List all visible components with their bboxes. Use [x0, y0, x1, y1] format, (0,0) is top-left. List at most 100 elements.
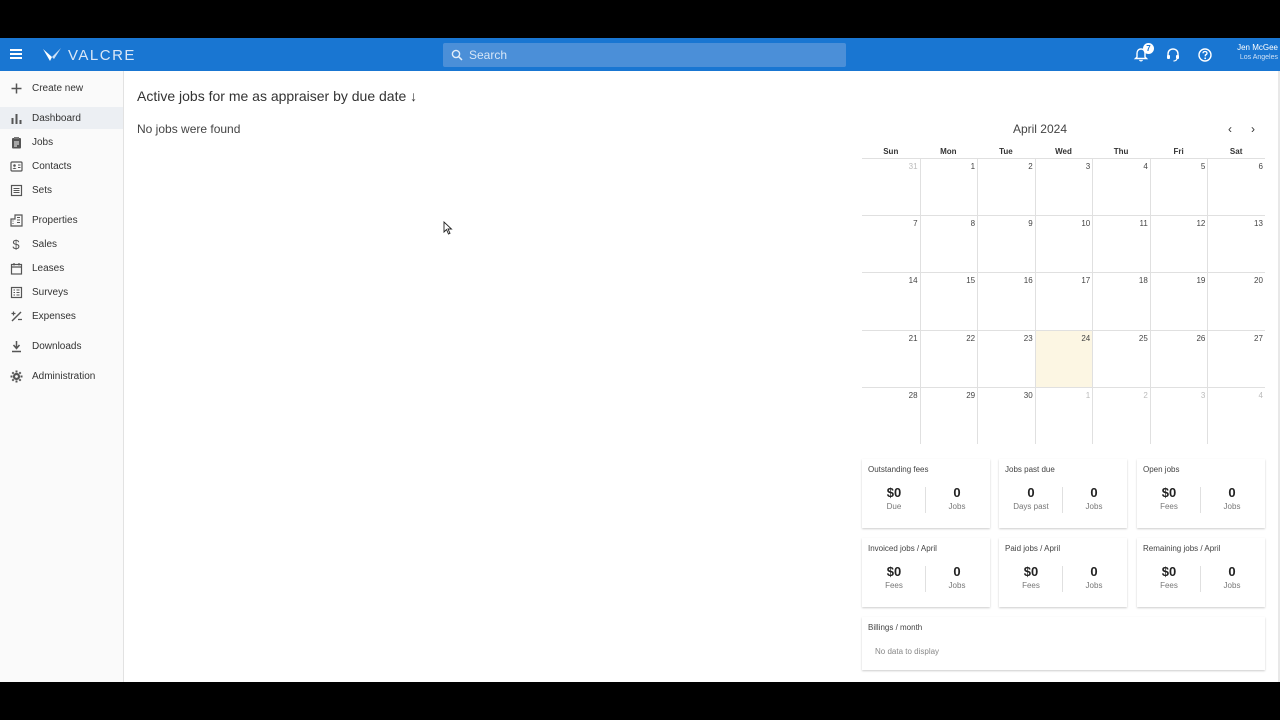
- billings-per-month-card: Billings / month No data to display: [862, 617, 1265, 670]
- building-icon: [9, 213, 23, 227]
- sidebar-item-contacts[interactable]: Contacts: [0, 155, 123, 177]
- calendar-day[interactable]: 20: [1207, 273, 1265, 330]
- calendar-day[interactable]: 4: [1207, 387, 1265, 444]
- gear-icon: [9, 369, 23, 383]
- weekday-label: Thu: [1113, 147, 1129, 156]
- calendar-day-today[interactable]: 24: [1034, 330, 1093, 387]
- stat-value: $0: [886, 564, 902, 579]
- sidebar-item-sets[interactable]: Sets: [0, 179, 123, 201]
- sidebar-item-label: Sales: [32, 238, 58, 250]
- sidebar-item-sales[interactable]: $ Sales: [0, 233, 123, 255]
- calendar-day[interactable]: 28: [862, 388, 920, 444]
- calendar-next-button[interactable]: ›: [1245, 121, 1261, 137]
- sidebar-item-label: Dashboard: [32, 112, 81, 124]
- calendar-day[interactable]: 27: [1207, 330, 1265, 387]
- calendar-day[interactable]: 6: [1207, 159, 1265, 216]
- sidebar-item-properties[interactable]: Properties: [0, 209, 123, 231]
- calendar-day[interactable]: 4: [1092, 159, 1150, 216]
- sidebar-item-label: Contacts: [32, 160, 72, 172]
- sidebar-item-label: Downloads: [32, 340, 82, 352]
- paid-jobs-card[interactable]: Paid jobs / April $0 Fees 0 Jobs: [999, 538, 1127, 607]
- sidebar-item-label: Jobs: [32, 136, 54, 148]
- card-title: Outstanding fees: [868, 465, 929, 474]
- calendar-day[interactable]: 14: [862, 273, 920, 329]
- weekday-label: Sat: [1229, 147, 1243, 156]
- weekday-label: Sun: [883, 147, 899, 156]
- calendar-day[interactable]: 19: [1149, 273, 1208, 330]
- calendar-day[interactable]: 3: [1149, 387, 1208, 444]
- stat-label: Jobs: [1085, 502, 1103, 511]
- calendar-month-title: April 2024: [1012, 122, 1068, 136]
- search-bar[interactable]: [443, 43, 846, 67]
- calendar-day[interactable]: 15: [919, 273, 978, 330]
- outstanding-fees-card[interactable]: Outstanding fees $0 Due 0 Jobs: [862, 459, 990, 528]
- sidebar-item-jobs[interactable]: Jobs: [0, 131, 123, 153]
- sidebar-item-administration[interactable]: Administration: [0, 365, 123, 387]
- menu-icon[interactable]: [6, 44, 26, 64]
- download-icon: [9, 339, 23, 353]
- calendar-day[interactable]: 22: [919, 330, 978, 387]
- open-jobs-card[interactable]: Open jobs $0 Fees 0 Jobs: [1137, 459, 1265, 528]
- calendar-day[interactable]: 5: [1149, 159, 1208, 216]
- calendar-day[interactable]: 8: [919, 216, 978, 273]
- invoiced-jobs-card[interactable]: Invoiced jobs / April $0 Fees 0 Jobs: [862, 538, 990, 607]
- sidebar-item-downloads[interactable]: Downloads: [0, 335, 123, 357]
- card-divider: [925, 566, 926, 592]
- calendar-day[interactable]: 23: [977, 330, 1035, 387]
- calendar-weekday-header: Sun Mon Tue Wed Thu Fri Sat: [862, 147, 1265, 158]
- sidebar-item-create-new[interactable]: Create new: [0, 77, 123, 99]
- plus-icon: [9, 81, 23, 95]
- weekday-label: Fri: [1173, 147, 1184, 156]
- stat-value: 0: [953, 485, 961, 500]
- calendar-day[interactable]: 21: [862, 331, 920, 387]
- app-logo[interactable]: VALCRE: [42, 45, 136, 65]
- calendar-day[interactable]: 10: [1034, 216, 1093, 273]
- support-headset-icon[interactable]: [1164, 46, 1182, 64]
- logo-mark-icon: [43, 48, 61, 61]
- calendar-day[interactable]: 17: [1034, 273, 1093, 330]
- calendar-week: 14 15 16 17 18 19 20: [862, 272, 1265, 330]
- user-menu[interactable]: Jen McGee Los Angeles: [1237, 43, 1278, 63]
- calendar-day[interactable]: 9: [977, 216, 1035, 273]
- list-icon: [9, 183, 23, 197]
- calendar-day[interactable]: 12: [1149, 216, 1208, 273]
- sidebar-item-expenses[interactable]: Expenses: [0, 305, 123, 327]
- remaining-jobs-card[interactable]: Remaining jobs / April $0 Fees 0 Jobs: [1137, 538, 1265, 607]
- stat-label: Jobs: [948, 502, 966, 511]
- calendar-day[interactable]: 18: [1092, 273, 1150, 330]
- calendar-day[interactable]: 25: [1092, 330, 1150, 387]
- calendar-day[interactable]: 1: [919, 159, 978, 216]
- calendar-day[interactable]: 3: [1034, 159, 1093, 216]
- calendar-day[interactable]: 2: [1092, 387, 1150, 444]
- calendar-day[interactable]: 29: [919, 387, 978, 444]
- page-title[interactable]: Active jobs for me as appraiser by due d…: [137, 88, 417, 104]
- card-title: Open jobs: [1143, 465, 1180, 474]
- sidebar-item-surveys[interactable]: Surveys: [0, 281, 123, 303]
- card-divider: [925, 487, 926, 513]
- app-window: VALCRE 7 Jen McGee Los Angeles: [0, 38, 1280, 682]
- calendar-day[interactable]: 2: [977, 159, 1035, 216]
- calendar-prev-button[interactable]: ‹: [1222, 121, 1238, 137]
- stat-value: 0: [1090, 564, 1098, 579]
- notification-badge: 7: [1143, 43, 1154, 54]
- card-divider: [1062, 487, 1063, 513]
- empty-jobs-message: No jobs were found: [137, 122, 241, 136]
- calendar-day[interactable]: 13: [1207, 216, 1265, 273]
- card-title: Invoiced jobs / April: [868, 544, 937, 553]
- calendar-day[interactable]: 16: [977, 273, 1035, 330]
- calendar-day[interactable]: 11: [1092, 216, 1150, 273]
- weekday-label: Mon: [940, 147, 957, 156]
- sidebar-item-leases[interactable]: Leases: [0, 257, 123, 279]
- calendar-day[interactable]: 30: [977, 387, 1035, 444]
- weekday-label: Tue: [999, 147, 1013, 156]
- stat-value: $0: [1161, 564, 1177, 579]
- search-input[interactable]: [469, 48, 829, 62]
- help-icon[interactable]: [1196, 46, 1214, 64]
- calendar-day[interactable]: 26: [1149, 330, 1208, 387]
- calendar-day[interactable]: 1: [1034, 387, 1093, 444]
- stat-value: 0: [1228, 485, 1236, 500]
- jobs-past-due-card[interactable]: Jobs past due 0 Days past 0 Jobs: [999, 459, 1127, 528]
- sidebar-item-dashboard[interactable]: Dashboard: [0, 107, 123, 129]
- calendar-day[interactable]: 7: [862, 216, 920, 272]
- calendar-day[interactable]: 31: [862, 159, 920, 215]
